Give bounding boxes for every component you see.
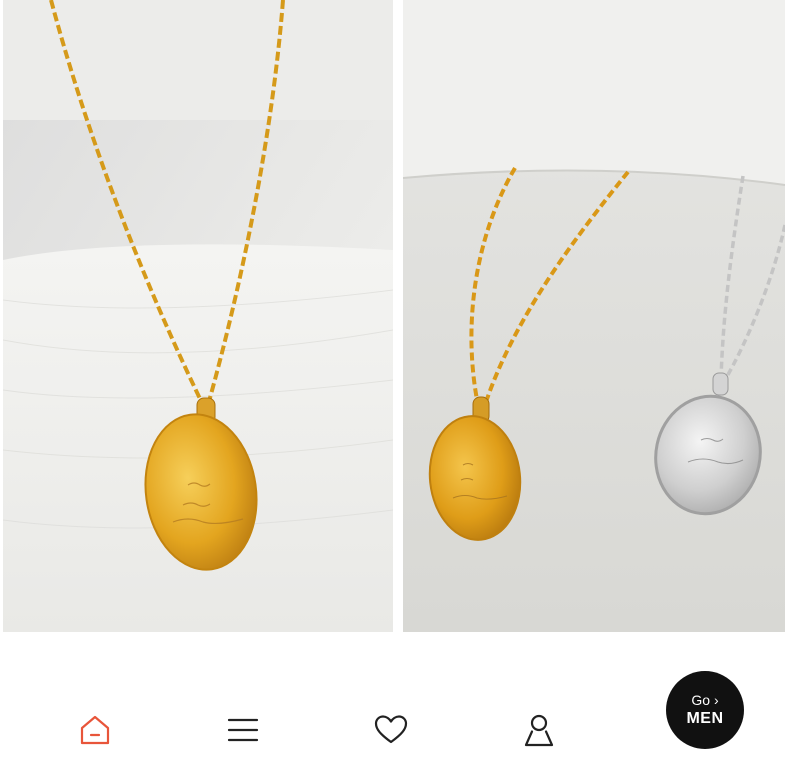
go-men-go-label: Go › — [691, 692, 719, 708]
nav-wishlist-button[interactable] — [366, 705, 416, 755]
bottom-navigation-bar: Go › MEN — [0, 632, 790, 782]
user-icon — [524, 714, 554, 747]
home-icon — [80, 715, 110, 745]
product-photo-gold-necklace[interactable] — [3, 0, 393, 632]
nav-menu-button[interactable] — [218, 705, 268, 755]
go-men-men-label: MEN — [686, 710, 724, 727]
go-men-button[interactable]: Go › MEN — [666, 671, 744, 749]
gold-silver-necklaces-image — [403, 0, 785, 632]
heart-icon — [374, 715, 408, 744]
product-gallery — [0, 0, 790, 632]
gold-necklace-image — [3, 0, 393, 632]
nav-account-button[interactable] — [514, 705, 564, 755]
menu-icon — [227, 718, 259, 742]
nav-home-button[interactable] — [70, 705, 120, 755]
product-photo-gold-silver-necklaces[interactable] — [403, 0, 785, 632]
